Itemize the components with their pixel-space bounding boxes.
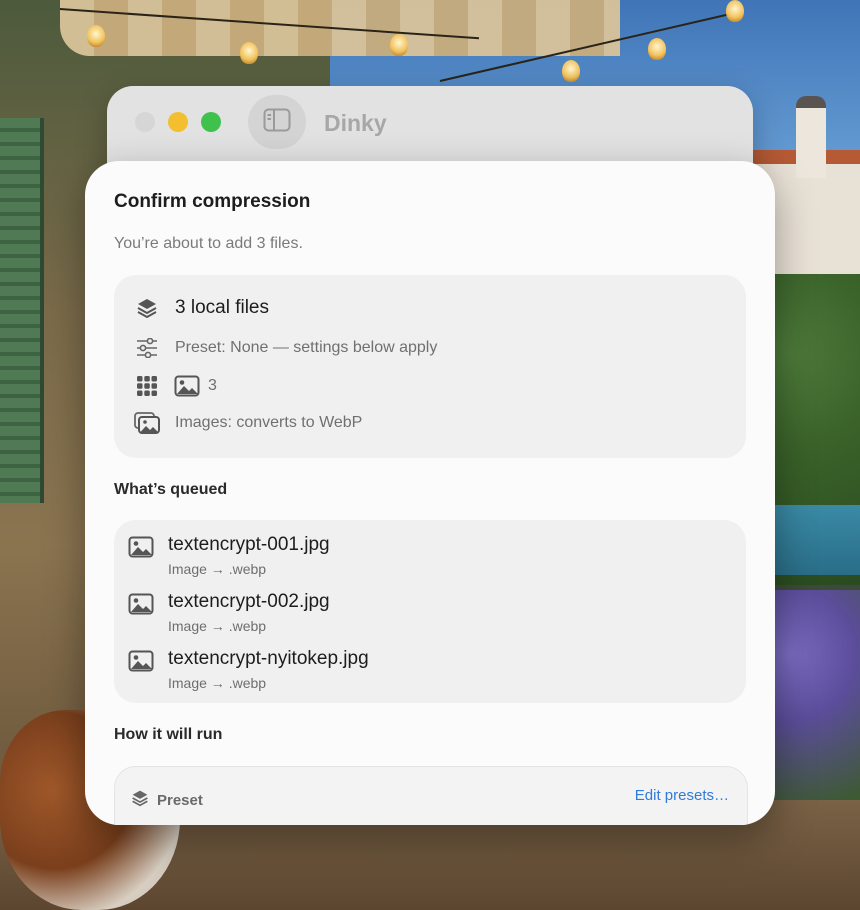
list-item[interactable]: textencrypt-001.jpg Image → .webp — [128, 534, 330, 577]
wallpaper-bulb — [562, 60, 580, 82]
summary-card: 3 local files Preset: None — settings be… — [114, 275, 746, 458]
summary-preset-text: Preset: None — settings below apply — [175, 339, 438, 356]
wallpaper-bulb — [726, 0, 744, 22]
wallpaper-water — [770, 505, 860, 575]
wallpaper-bulb — [648, 38, 666, 60]
stack-icon — [131, 789, 149, 812]
queued-heading: What’s queued — [114, 481, 228, 498]
close-button[interactable] — [135, 112, 155, 132]
grid-icon — [134, 373, 160, 399]
sheet-title: Confirm compression — [114, 191, 311, 212]
file-detail: Image → .webp — [168, 675, 267, 691]
sidebar-icon — [263, 108, 291, 137]
summary-preset-row: Preset: None — settings below apply — [134, 335, 437, 361]
summary-conversion-text: Images: converts to WebP — [175, 414, 363, 431]
photo-icon — [128, 591, 154, 617]
run-preset-card: Preset Edit presets… — [114, 766, 748, 825]
list-item[interactable]: textencrypt-nyitokep.jpg Image → .webp — [128, 648, 369, 691]
list-item[interactable]: textencrypt-002.jpg Image → .webp — [128, 591, 330, 634]
wallpaper-bulb — [87, 25, 105, 47]
maximize-button[interactable] — [201, 112, 221, 132]
window-title: Dinky — [324, 110, 387, 136]
file-detail: Image → .webp — [168, 561, 267, 577]
photos-stack-icon — [134, 410, 160, 436]
sheet-subtitle: You’re about to add 3 files. — [114, 235, 303, 252]
preset-row: Preset — [131, 789, 203, 812]
summary-conversion-row: Images: converts to WebP — [134, 410, 362, 436]
photo-icon — [128, 648, 154, 674]
wallpaper-bulb — [240, 42, 258, 64]
summary-types-row: 3 — [134, 373, 217, 399]
summary-files-row: 3 local files — [134, 295, 269, 321]
file-name: textencrypt-nyitokep.jpg — [168, 648, 369, 669]
summary-files-label: 3 local files — [175, 297, 269, 318]
wallpaper-tower — [796, 96, 826, 178]
stack-icon — [134, 295, 160, 321]
sliders-icon — [134, 335, 160, 361]
edit-presets-link[interactable]: Edit presets… — [635, 787, 729, 804]
minimize-button[interactable] — [168, 112, 188, 132]
file-name: textencrypt-002.jpg — [168, 591, 330, 612]
photo-icon — [174, 373, 200, 399]
sidebar-toggle-button[interactable] — [248, 95, 306, 149]
wallpaper-shutter — [0, 118, 44, 503]
photo-icon — [128, 534, 154, 560]
file-detail: Image → .webp — [168, 618, 267, 634]
wallpaper-bulb — [390, 34, 408, 56]
preset-label: Preset — [157, 792, 203, 809]
queued-list: textencrypt-001.jpg Image → .webp texten… — [114, 520, 746, 703]
confirm-compression-sheet: Confirm compression You’re about to add … — [85, 161, 775, 825]
summary-type-count: 3 — [208, 377, 217, 394]
file-name: textencrypt-001.jpg — [168, 534, 330, 555]
run-heading: How it will run — [114, 726, 223, 743]
